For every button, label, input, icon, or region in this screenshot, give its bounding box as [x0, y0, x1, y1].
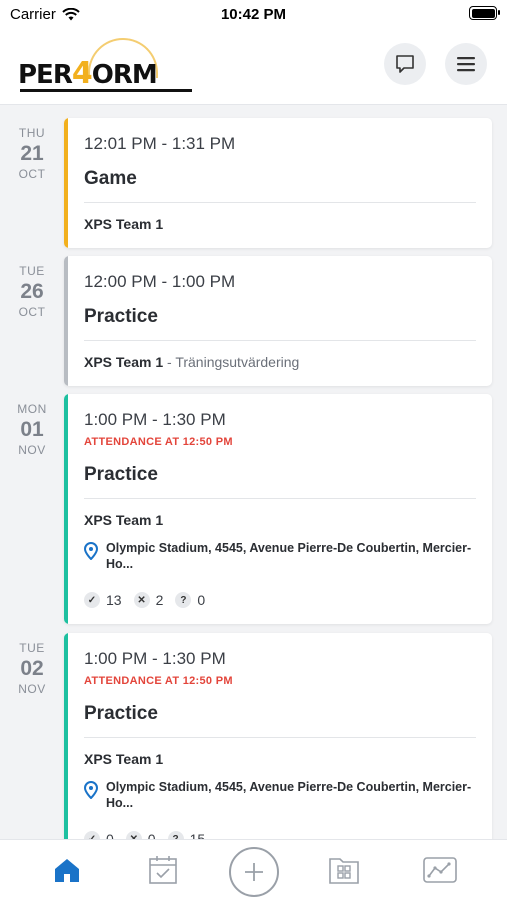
bottom-tab-bar — [0, 839, 507, 900]
hamburger-menu-icon — [457, 57, 475, 72]
day-number: 01 — [20, 418, 44, 441]
add-button[interactable] — [229, 847, 279, 897]
event-title: Practice — [84, 464, 158, 485]
month-label: NOV — [18, 682, 46, 696]
no-count: 0 — [147, 831, 156, 839]
date-column: TUE 26 OCT — [0, 264, 64, 319]
tab-calendar[interactable] — [146, 853, 180, 887]
event-card[interactable]: 12:00 PM - 1:00 PM Practice XPS Team 1 -… — [64, 256, 492, 386]
attendance-time: ATTENDANCE AT 12:50 PM — [84, 675, 233, 687]
location-pin-icon — [84, 542, 98, 560]
app-logo: PER4ORM — [18, 38, 196, 94]
question-icon: ? — [175, 592, 192, 608]
location-pin-icon — [84, 781, 98, 799]
tab-home[interactable] — [50, 853, 84, 887]
home-icon — [55, 859, 79, 882]
maybe-count: 15 — [189, 831, 206, 839]
calendar-check-icon — [149, 856, 177, 884]
day-of-week: TUE — [19, 641, 45, 655]
event-time: 12:00 PM - 1:00 PM — [84, 272, 236, 291]
app-header: PER4ORM — [0, 30, 507, 105]
plus-icon — [245, 863, 263, 881]
event-card[interactable]: 1:00 PM - 1:30 PM ATTENDANCE AT 12:50 PM… — [64, 633, 492, 839]
team-name: XPS Team 1 — [84, 354, 164, 370]
date-column: TUE 02 NOV — [0, 641, 64, 696]
day-of-week: MON — [17, 402, 47, 416]
question-icon: ? — [167, 831, 184, 839]
x-icon: ✕ — [125, 831, 142, 839]
event-type-accent — [64, 256, 68, 386]
event-time: 1:00 PM - 1:30 PM — [84, 410, 226, 429]
x-icon: ✕ — [133, 592, 150, 608]
check-icon: ✓ — [84, 592, 100, 608]
team-name: XPS Team 1 — [84, 216, 164, 232]
divider — [84, 498, 476, 499]
location-text: Olympic Stadium, 4545, Avenue Pierre-De … — [106, 780, 472, 810]
attendance-stats: ✓ 0 ✕ 0 ? 15 — [84, 831, 205, 839]
team-subtitle: - Träningsutvärdering — [163, 354, 300, 370]
event-card[interactable]: 12:01 PM - 1:31 PM Game XPS Team 1 — [64, 118, 492, 248]
event-time: 1:00 PM - 1:30 PM — [84, 649, 226, 668]
divider — [84, 340, 476, 341]
event-location[interactable]: Olympic Stadium, 4545, Avenue Pierre-De … — [84, 540, 476, 572]
divider — [84, 202, 476, 203]
team-name: XPS Team 1 — [84, 512, 164, 528]
day-of-week: TUE — [19, 264, 45, 278]
attendance-time: ATTENDANCE AT 12:50 PM — [84, 436, 233, 448]
no-count: 2 — [155, 592, 164, 608]
battery-icon — [469, 6, 500, 20]
attendance-stats: ✓ 13 ✕ 2 ? 0 — [84, 592, 205, 608]
date-column: MON 01 NOV — [0, 402, 64, 457]
event-type-accent — [64, 633, 68, 839]
team-name: XPS Team 1 — [84, 751, 164, 767]
location-text: Olympic Stadium, 4545, Avenue Pierre-De … — [106, 541, 472, 571]
date-column: THU 21 OCT — [0, 126, 64, 181]
yes-count: 13 — [106, 592, 122, 608]
yes-count: 0 — [106, 831, 114, 839]
month-label: OCT — [18, 305, 46, 319]
event-time: 12:01 PM - 1:31 PM — [84, 134, 236, 153]
day-number: 21 — [20, 142, 44, 165]
tab-library[interactable] — [327, 853, 361, 887]
chat-icon — [396, 55, 414, 73]
divider — [84, 737, 476, 738]
day-of-week: THU — [18, 126, 46, 140]
folder-grid-icon — [329, 858, 359, 884]
status-bar: Carrier 10:42 PM — [0, 0, 507, 30]
month-label: NOV — [18, 443, 46, 457]
maybe-count: 0 — [197, 592, 206, 608]
event-type-accent — [64, 118, 68, 248]
check-icon: ✓ — [84, 831, 100, 839]
day-number: 26 — [20, 280, 44, 303]
event-title: Practice — [84, 703, 158, 724]
event-location[interactable]: Olympic Stadium, 4545, Avenue Pierre-De … — [84, 779, 476, 811]
event-list[interactable]: THU 21 OCT 12:01 PM - 1:31 PM Game XPS T… — [0, 106, 507, 839]
event-card[interactable]: 1:00 PM - 1:30 PM ATTENDANCE AT 12:50 PM… — [64, 394, 492, 624]
day-number: 02 — [20, 657, 44, 680]
tab-stats[interactable] — [423, 853, 457, 887]
line-chart-icon — [423, 857, 457, 883]
event-title: Game — [84, 168, 137, 189]
month-label: OCT — [18, 167, 46, 181]
event-title: Practice — [84, 306, 158, 327]
event-type-accent — [64, 394, 68, 624]
chat-button[interactable] — [384, 43, 426, 85]
clock: 10:42 PM — [220, 6, 287, 23]
menu-button[interactable] — [445, 43, 487, 85]
